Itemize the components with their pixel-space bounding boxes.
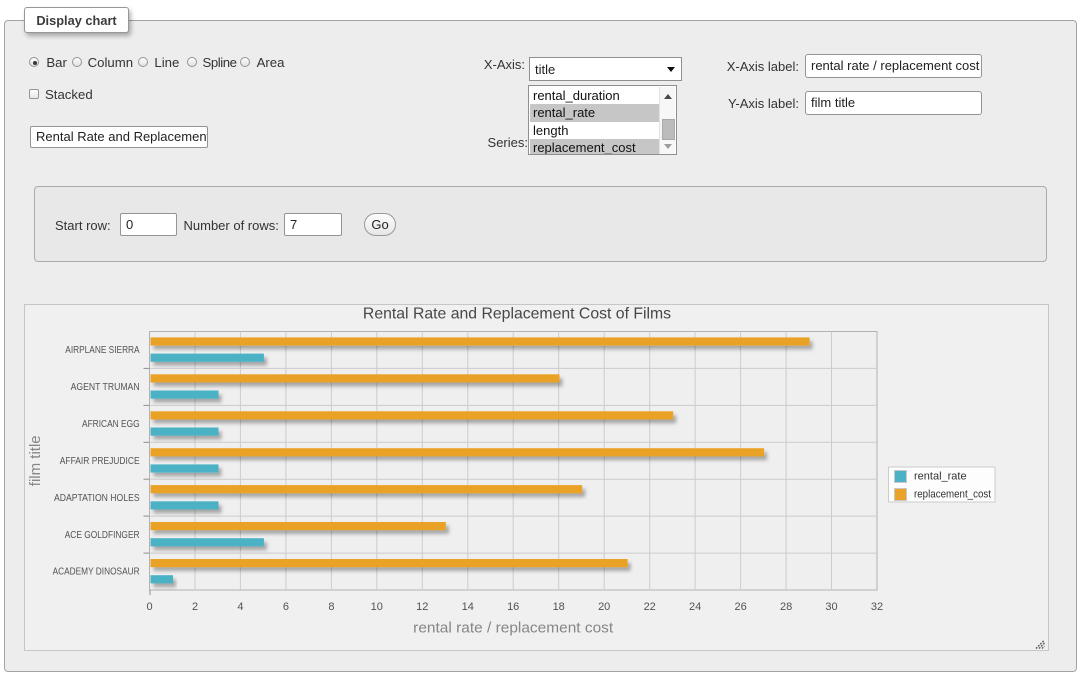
svg-text:film title: film title: [27, 435, 44, 486]
svg-text:8: 8: [328, 601, 334, 613]
svg-text:Rental Rate and Replacement Co: Rental Rate and Replacement Cost of Film…: [363, 306, 671, 323]
svg-text:16: 16: [507, 601, 519, 613]
svg-text:10: 10: [371, 601, 383, 613]
svg-text:AIRPLANE SIERRA: AIRPLANE SIERRA: [65, 345, 140, 356]
svg-text:22: 22: [644, 601, 656, 613]
svg-text:2: 2: [192, 601, 198, 613]
svg-text:12: 12: [416, 601, 428, 613]
svg-text:32: 32: [871, 601, 883, 613]
svg-text:24: 24: [689, 601, 701, 613]
svg-text:replacement_cost: replacement_cost: [914, 489, 991, 501]
svg-text:AFRICAN EGG: AFRICAN EGG: [82, 419, 140, 430]
svg-text:0: 0: [146, 601, 152, 613]
svg-text:ACADEMY DINOSAUR: ACADEMY DINOSAUR: [53, 567, 140, 578]
svg-text:AFFAIR PREJUDICE: AFFAIR PREJUDICE: [60, 456, 140, 467]
svg-text:6: 6: [283, 601, 289, 613]
svg-text:rental_rate: rental_rate: [914, 471, 967, 483]
svg-text:14: 14: [462, 601, 474, 613]
svg-text:18: 18: [553, 601, 565, 613]
svg-text:20: 20: [598, 601, 610, 613]
svg-text:4: 4: [237, 601, 243, 613]
svg-text:rental rate / replacement cost: rental rate / replacement cost: [413, 620, 614, 637]
svg-text:26: 26: [734, 601, 746, 613]
svg-text:30: 30: [825, 601, 837, 613]
svg-text:ACE GOLDFINGER: ACE GOLDFINGER: [65, 530, 140, 541]
svg-text:ADAPTATION HOLES: ADAPTATION HOLES: [54, 493, 140, 504]
svg-text:28: 28: [780, 601, 792, 613]
svg-text:AGENT TRUMAN: AGENT TRUMAN: [71, 382, 140, 393]
